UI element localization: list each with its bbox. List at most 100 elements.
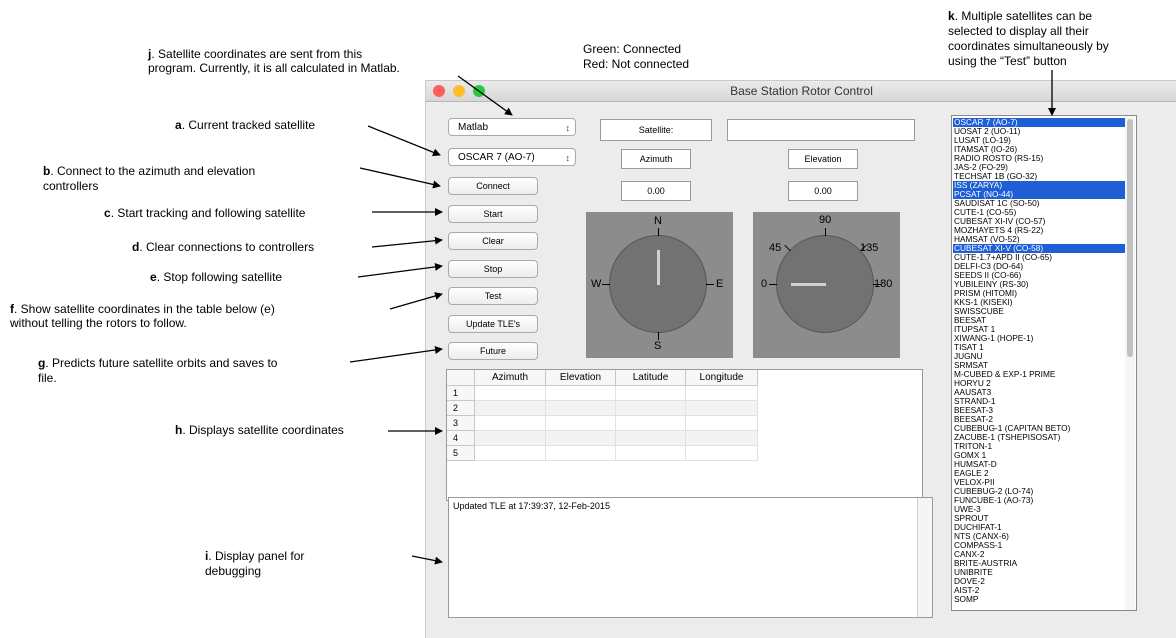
satellite-list-item[interactable]: CUBESAT XI-IV (CO-57) xyxy=(953,217,1125,226)
satellite-list-item[interactable]: BEESAT xyxy=(953,316,1125,325)
satellite-list-item[interactable]: CUTE-1 (CO-55) xyxy=(953,208,1125,217)
satellite-list-item[interactable]: BEESAT-2 xyxy=(953,415,1125,424)
satellite-list-scrollbar[interactable] xyxy=(1125,116,1135,610)
table-cell[interactable] xyxy=(475,386,546,401)
satellite-list-item[interactable]: CUBESAT XI-V (CO-58) xyxy=(953,244,1125,253)
column-header-longitude[interactable]: Longitude xyxy=(686,370,758,386)
column-header-latitude[interactable]: Latitude xyxy=(616,370,686,386)
column-header-azimuth[interactable]: Azimuth xyxy=(475,370,546,386)
satellite-list-item[interactable]: UNIBRITE xyxy=(953,568,1125,577)
satellite-list-item[interactable]: HUMSAT-D xyxy=(953,460,1125,469)
satellite-list-item[interactable]: MOZHAYETS 4 (RS-22) xyxy=(953,226,1125,235)
table-cell[interactable] xyxy=(475,401,546,416)
satellite-list-item[interactable]: SWISSCUBE xyxy=(953,307,1125,316)
table-cell[interactable] xyxy=(616,431,686,446)
table-cell[interactable] xyxy=(686,416,758,431)
table-cell[interactable] xyxy=(686,446,758,461)
satellite-list-item[interactable]: JUGNU xyxy=(953,352,1125,361)
satellite-list-item[interactable]: PCSAT (NO-44) xyxy=(953,190,1125,199)
satellite-list-item[interactable]: CUBEBUG-1 (CAPITAN BETO) xyxy=(953,424,1125,433)
satellite-list-item[interactable]: SPROUT xyxy=(953,514,1125,523)
satellite-list-item[interactable]: ISS (ZARYA) xyxy=(953,181,1125,190)
satellite-list-item[interactable]: TRITON-1 xyxy=(953,442,1125,451)
satellite-list-item[interactable]: CUBEBUG-2 (LO-74) xyxy=(953,487,1125,496)
title-bar[interactable]: Base Station Rotor Control xyxy=(426,81,1176,102)
satellite-list-item[interactable]: CUTE-1.7+APD II (CO-65) xyxy=(953,253,1125,262)
satellite-list-item[interactable]: AAUSAT3 xyxy=(953,388,1125,397)
annotation-f-line2: without telling the rotors to follow. xyxy=(10,316,187,330)
satellite-list-item[interactable]: CANX-2 xyxy=(953,550,1125,559)
satellite-list-item[interactable]: ZACUBE-1 (TSHEPISOSAT) xyxy=(953,433,1125,442)
elevation-label: Elevation xyxy=(788,149,858,169)
table-cell[interactable] xyxy=(616,401,686,416)
satellite-list-item[interactable]: DUCHIFAT-1 xyxy=(953,523,1125,532)
satellite-list-item[interactable]: SEEDS II (CO-66) xyxy=(953,271,1125,280)
legend-green: Green: Connected xyxy=(583,42,682,56)
table-cell[interactable] xyxy=(475,431,546,446)
table-cell[interactable] xyxy=(686,401,758,416)
satellite-list-item[interactable]: KKS-1 (KISEKI) xyxy=(953,298,1125,307)
satellite-list-item[interactable]: YUBILEINY (RS-30) xyxy=(953,280,1125,289)
source-select[interactable]: Matlab ↕ xyxy=(448,118,576,136)
satellite-list-item[interactable]: SOMP xyxy=(953,595,1125,604)
table-cell[interactable] xyxy=(546,386,616,401)
satellite-list-item[interactable]: ITUPSAT 1 xyxy=(953,325,1125,334)
satellite-list-item[interactable]: DELFI-C3 (DO-64) xyxy=(953,262,1125,271)
satellite-list-item[interactable]: EAGLE 2 xyxy=(953,469,1125,478)
satellite-list-item[interactable]: TECHSAT 1B (GO-32) xyxy=(953,172,1125,181)
connect-button[interactable]: Connect xyxy=(448,177,538,195)
satellite-list-item[interactable]: XIWANG-1 (HOPE-1) xyxy=(953,334,1125,343)
satellite-list-item[interactable]: OSCAR 7 (AO-7) xyxy=(953,118,1125,127)
satellite-list-item[interactable]: NTS (CANX-6) xyxy=(953,532,1125,541)
satellite-list-item[interactable]: STRAND-1 xyxy=(953,397,1125,406)
table-cell[interactable] xyxy=(546,446,616,461)
coordinates-table[interactable]: Azimuth Elevation Latitude Longitude 123… xyxy=(446,369,923,501)
satellite-list-item[interactable]: LUSAT (LO-19) xyxy=(953,136,1125,145)
table-row-number: 1 xyxy=(447,386,475,401)
satellite-list-item[interactable]: AIST-2 xyxy=(953,586,1125,595)
satellite-select[interactable]: OSCAR 7 (AO-7) ↕ xyxy=(448,148,576,166)
satellite-list-item[interactable]: VELOX-PII xyxy=(953,478,1125,487)
test-button[interactable]: Test xyxy=(448,287,538,305)
table-cell[interactable] xyxy=(686,431,758,446)
clear-button[interactable]: Clear xyxy=(448,232,538,250)
table-cell[interactable] xyxy=(686,386,758,401)
debug-scrollbar[interactable] xyxy=(917,498,932,617)
satellite-list-item[interactable]: M-CUBED & EXP-1 PRIME xyxy=(953,370,1125,379)
satellite-list-item[interactable]: ITAMSAT (IO-26) xyxy=(953,145,1125,154)
satellite-list-item[interactable]: BEESAT-3 xyxy=(953,406,1125,415)
satellite-list-item[interactable]: PRISM (HITOMI) xyxy=(953,289,1125,298)
satellite-list-scroll-thumb[interactable] xyxy=(1127,119,1133,357)
satellite-list-item[interactable]: FUNCUBE-1 (AO-73) xyxy=(953,496,1125,505)
satellite-list-item[interactable]: UOSAT 2 (UO-11) xyxy=(953,127,1125,136)
update-tle-button[interactable]: Update TLE's xyxy=(448,315,538,333)
satellite-list-item[interactable]: HORYU 2 xyxy=(953,379,1125,388)
table-cell[interactable] xyxy=(616,446,686,461)
table-cell[interactable] xyxy=(475,416,546,431)
column-header-elevation[interactable]: Elevation xyxy=(546,370,616,386)
satellite-list-item[interactable]: BRITE-AUSTRIA xyxy=(953,559,1125,568)
future-button[interactable]: Future xyxy=(448,342,538,360)
start-button[interactable]: Start xyxy=(448,205,538,223)
table-cell[interactable] xyxy=(546,401,616,416)
satellite-list-item[interactable]: SAUDISAT 1C (SO-50) xyxy=(953,199,1125,208)
table-cell[interactable] xyxy=(546,416,616,431)
table-cell[interactable] xyxy=(616,416,686,431)
satellite-list-item[interactable]: JAS-2 (FO-29) xyxy=(953,163,1125,172)
debug-panel[interactable]: Updated TLE at 17:39:37, 12-Feb-2015 xyxy=(448,497,933,618)
satellite-list-item[interactable]: GOMX 1 xyxy=(953,451,1125,460)
table-cell[interactable] xyxy=(546,431,616,446)
satellite-list[interactable]: OSCAR 7 (AO-7) UOSAT 2 (UO-11) LUSAT (LO-1… xyxy=(951,115,1137,611)
satellite-list-item[interactable]: UWE-3 xyxy=(953,505,1125,514)
azimuth-needle xyxy=(657,250,660,285)
satellite-list-item[interactable]: HAMSAT (VO-52) xyxy=(953,235,1125,244)
stop-button[interactable]: Stop xyxy=(448,260,538,278)
satellite-list-item[interactable]: TISAT 1 xyxy=(953,343,1125,352)
table-cell[interactable] xyxy=(475,446,546,461)
satellite-list-item[interactable]: DOVE-2 xyxy=(953,577,1125,586)
satellite-list-item[interactable]: RADIO ROSTO (RS-15) xyxy=(953,154,1125,163)
satellite-list-item[interactable]: SRMSAT xyxy=(953,361,1125,370)
table-cell[interactable] xyxy=(616,386,686,401)
satellite-list-item[interactable]: COMPASS-1 xyxy=(953,541,1125,550)
annotation-k-line4: using the “Test” button xyxy=(948,54,1067,68)
